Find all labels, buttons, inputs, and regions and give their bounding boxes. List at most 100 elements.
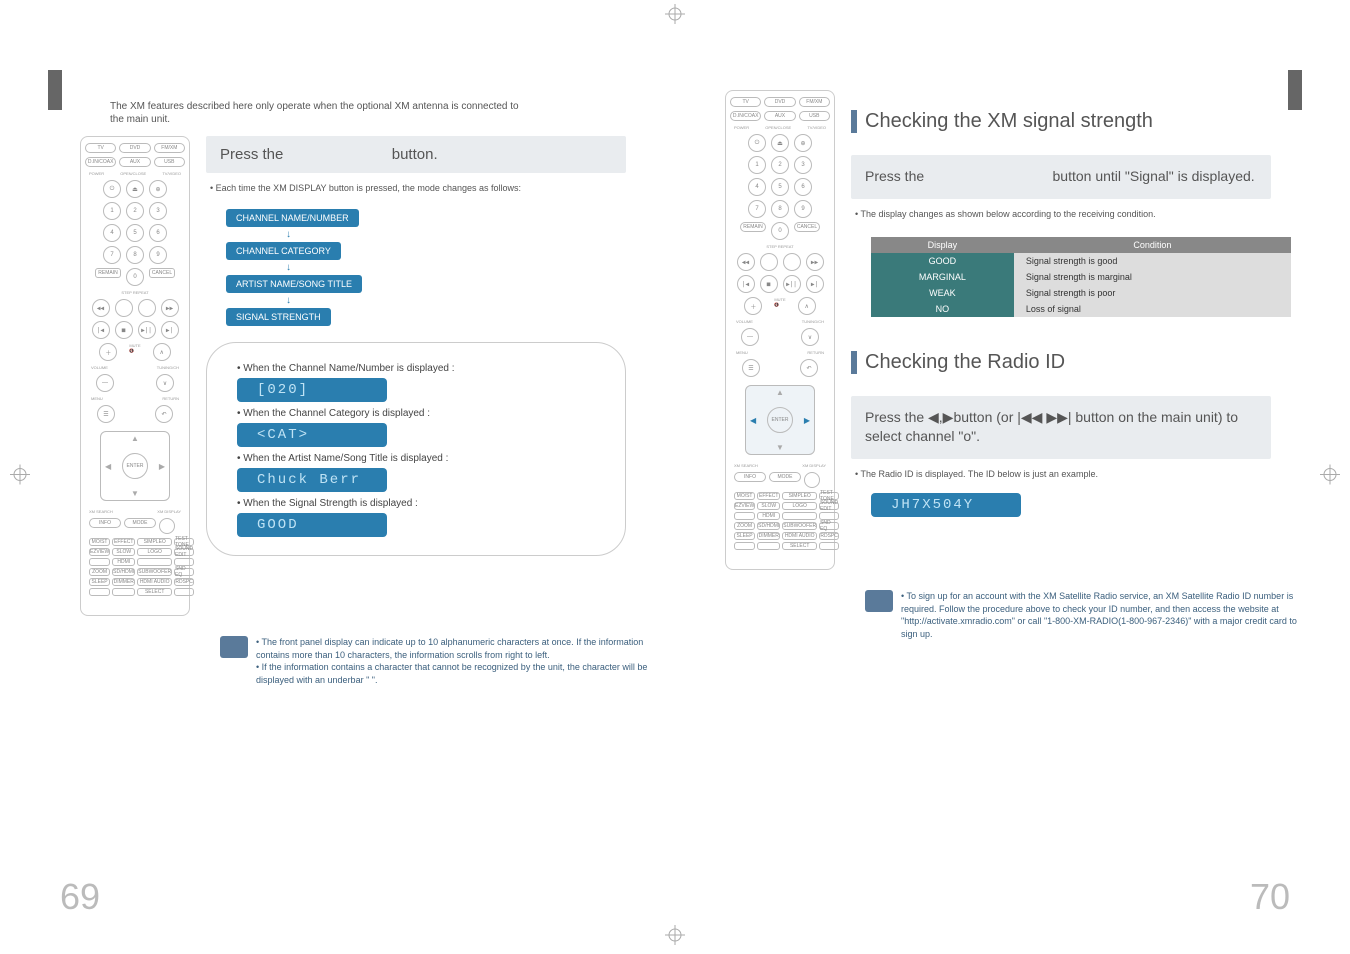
dpad-down-icon: ▼ bbox=[131, 489, 139, 498]
mode-arrow-2-icon: ↓ bbox=[226, 295, 291, 306]
remote-ch-up-icon: ∧ bbox=[153, 343, 171, 361]
remote-din-button: D.IN/COAX bbox=[85, 157, 116, 167]
rb-4: EZVIEW bbox=[89, 548, 110, 556]
note1: The front panel display can indicate up … bbox=[256, 636, 655, 661]
remote-illustration-2: TV DVD FM/XM D.IN/COAX AUX USB POWER OPE… bbox=[725, 90, 835, 570]
r2-ff-icon: ▶▶ bbox=[806, 253, 824, 271]
r2-3: 3 bbox=[794, 156, 812, 174]
ex2-lcd: Chuck Berr bbox=[237, 468, 387, 492]
r2b-22: SELECT bbox=[782, 542, 817, 550]
r2-up-icon: ▲ bbox=[776, 388, 784, 397]
remote-xmsearch-label: XM SEARCH bbox=[89, 509, 113, 514]
remote-blank2 bbox=[138, 299, 156, 317]
r2b-18: HDMI AUDIO bbox=[782, 532, 817, 540]
remote-6: 6 bbox=[149, 224, 167, 242]
r2b-7: SOUND EDIT bbox=[819, 502, 839, 510]
r2-mute: MUTE🔇 bbox=[774, 297, 785, 315]
r2-volup-icon: ＋ bbox=[744, 297, 762, 315]
remote-menu-label: MENU bbox=[91, 396, 103, 401]
r2-0: 0 bbox=[771, 222, 789, 240]
r2-stop-icon: ■ bbox=[760, 275, 778, 293]
rb-19: RDSPC bbox=[174, 578, 194, 586]
left-page: The XM features described here only oper… bbox=[30, 30, 675, 924]
row1-desc: Signal strength is marginal bbox=[1014, 269, 1291, 285]
note-text-right: To sign up for an account with the XM Sa… bbox=[901, 590, 1300, 640]
mode-2: ARTIST NAME/SONG TITLE bbox=[226, 275, 362, 293]
row3-desc: Loss of signal bbox=[1014, 301, 1291, 317]
sec1-title: Checking the XM signal strength bbox=[851, 110, 1291, 133]
r2-next-icon: ▶| bbox=[806, 275, 824, 293]
note-icon bbox=[220, 636, 248, 658]
crop-mark-top-icon bbox=[660, 4, 690, 29]
remote-next-icon: ▶| bbox=[161, 321, 179, 339]
remote-vol-up-icon: ＋ bbox=[99, 343, 117, 361]
mode-3: SIGNAL STRENGTH bbox=[226, 308, 331, 326]
step-post: button. bbox=[392, 146, 438, 163]
remote-power-button: ⏻ bbox=[103, 180, 121, 198]
r2b-2: SIMPLEO bbox=[782, 492, 817, 500]
r2b-8 bbox=[734, 512, 755, 520]
remote-9: 9 bbox=[149, 246, 167, 264]
side-tab-right bbox=[1288, 70, 1302, 110]
r2-tuning-label: TUNING/CH bbox=[802, 319, 824, 324]
r2b-0: MO/ST bbox=[734, 492, 755, 500]
r2-6: 6 bbox=[794, 178, 812, 196]
remote-bottom-grid: MO/ST EFFECT SIMPLEO TEST TONE EZVIEW SL… bbox=[85, 538, 185, 596]
remote-menu-button-icon: ☰ bbox=[97, 405, 115, 423]
r2-5: 5 bbox=[771, 178, 789, 196]
rb-9: HDMI bbox=[112, 558, 135, 566]
r2b-12: ZOOM bbox=[734, 522, 755, 530]
remote-return-button-icon: ↶ bbox=[155, 405, 173, 423]
remote-0: 0 bbox=[126, 268, 144, 286]
remote-enter: ENTER bbox=[122, 453, 148, 479]
note-text: The front panel display can indicate up … bbox=[256, 636, 655, 686]
ex3-label: When the Signal Strength is displayed : bbox=[243, 498, 418, 509]
remote-steprepeat: STEP REPEAT bbox=[85, 290, 185, 295]
mode-arrow-1-icon: ↓ bbox=[226, 262, 291, 273]
r2-menu-label: MENU bbox=[736, 350, 748, 355]
r2-return-icon: ↶ bbox=[800, 359, 818, 377]
rb-17: DIMMER bbox=[112, 578, 135, 586]
r2-eject-icon: ⏏ bbox=[771, 134, 789, 152]
mode-0: CHANNEL NAME/NUMBER bbox=[226, 209, 359, 227]
r2-cancel: CANCEL bbox=[794, 222, 820, 232]
r2-din: D.IN/COAX bbox=[730, 111, 761, 121]
crop-mark-left-icon bbox=[10, 460, 30, 495]
mode-1: CHANNEL CATEGORY bbox=[226, 242, 341, 260]
r2-xmsearch-label: XM SEARCH bbox=[734, 463, 758, 468]
rb-16: SLEEP bbox=[89, 578, 110, 586]
rb-14: SUBWOOFER bbox=[137, 568, 172, 576]
rb-7: SOUND EDIT bbox=[174, 548, 194, 556]
r2-menu-icon: ☰ bbox=[742, 359, 760, 377]
ex1-label: When the Channel Category is displayed : bbox=[243, 408, 430, 419]
remote-stop-icon: ■ bbox=[115, 321, 133, 339]
sec1-pre: Press the bbox=[865, 168, 924, 184]
remote-xmdisplay-button-icon bbox=[159, 518, 175, 534]
sec2-title: Checking the Radio ID bbox=[851, 351, 1291, 374]
r2b-21 bbox=[757, 542, 780, 550]
remote-eject-button: ⏏ bbox=[126, 180, 144, 198]
side-tab-left bbox=[48, 70, 62, 110]
rb-2: SIMPLEO bbox=[137, 538, 172, 546]
ex0-label: When the Channel Name/Number is displaye… bbox=[243, 363, 454, 374]
remote-1: 1 bbox=[103, 202, 121, 220]
mode-arrow-0-icon: ↓ bbox=[226, 229, 291, 240]
remote-ff-icon: ▶▶ bbox=[161, 299, 179, 317]
rb-15: SND EQ bbox=[174, 568, 194, 576]
row0-badge: GOOD bbox=[871, 253, 1014, 269]
note-icon-right bbox=[865, 590, 893, 612]
r2b-14: SUBWOOFER bbox=[782, 522, 817, 530]
rb-22: SELECT bbox=[137, 588, 172, 596]
remote-5: 5 bbox=[126, 224, 144, 242]
r2-volume-label: VOLUME bbox=[736, 319, 753, 324]
r2-right-icon: ▶ bbox=[804, 416, 810, 425]
r2-play-icon: ▶|| bbox=[783, 275, 801, 293]
sec2-note: The Radio ID is displayed. The ID below … bbox=[855, 469, 1291, 479]
r2-2: 2 bbox=[771, 156, 789, 174]
r2b-6: LOGO bbox=[782, 502, 817, 510]
r2b-16: SLEEP bbox=[734, 532, 755, 540]
sec1-step: Press the button until "Signal" is displ… bbox=[851, 155, 1271, 199]
r2-9: 9 bbox=[794, 200, 812, 218]
remote-2: 2 bbox=[126, 202, 144, 220]
remote-xmdisplay-label: XM DISPLAY bbox=[157, 509, 181, 514]
